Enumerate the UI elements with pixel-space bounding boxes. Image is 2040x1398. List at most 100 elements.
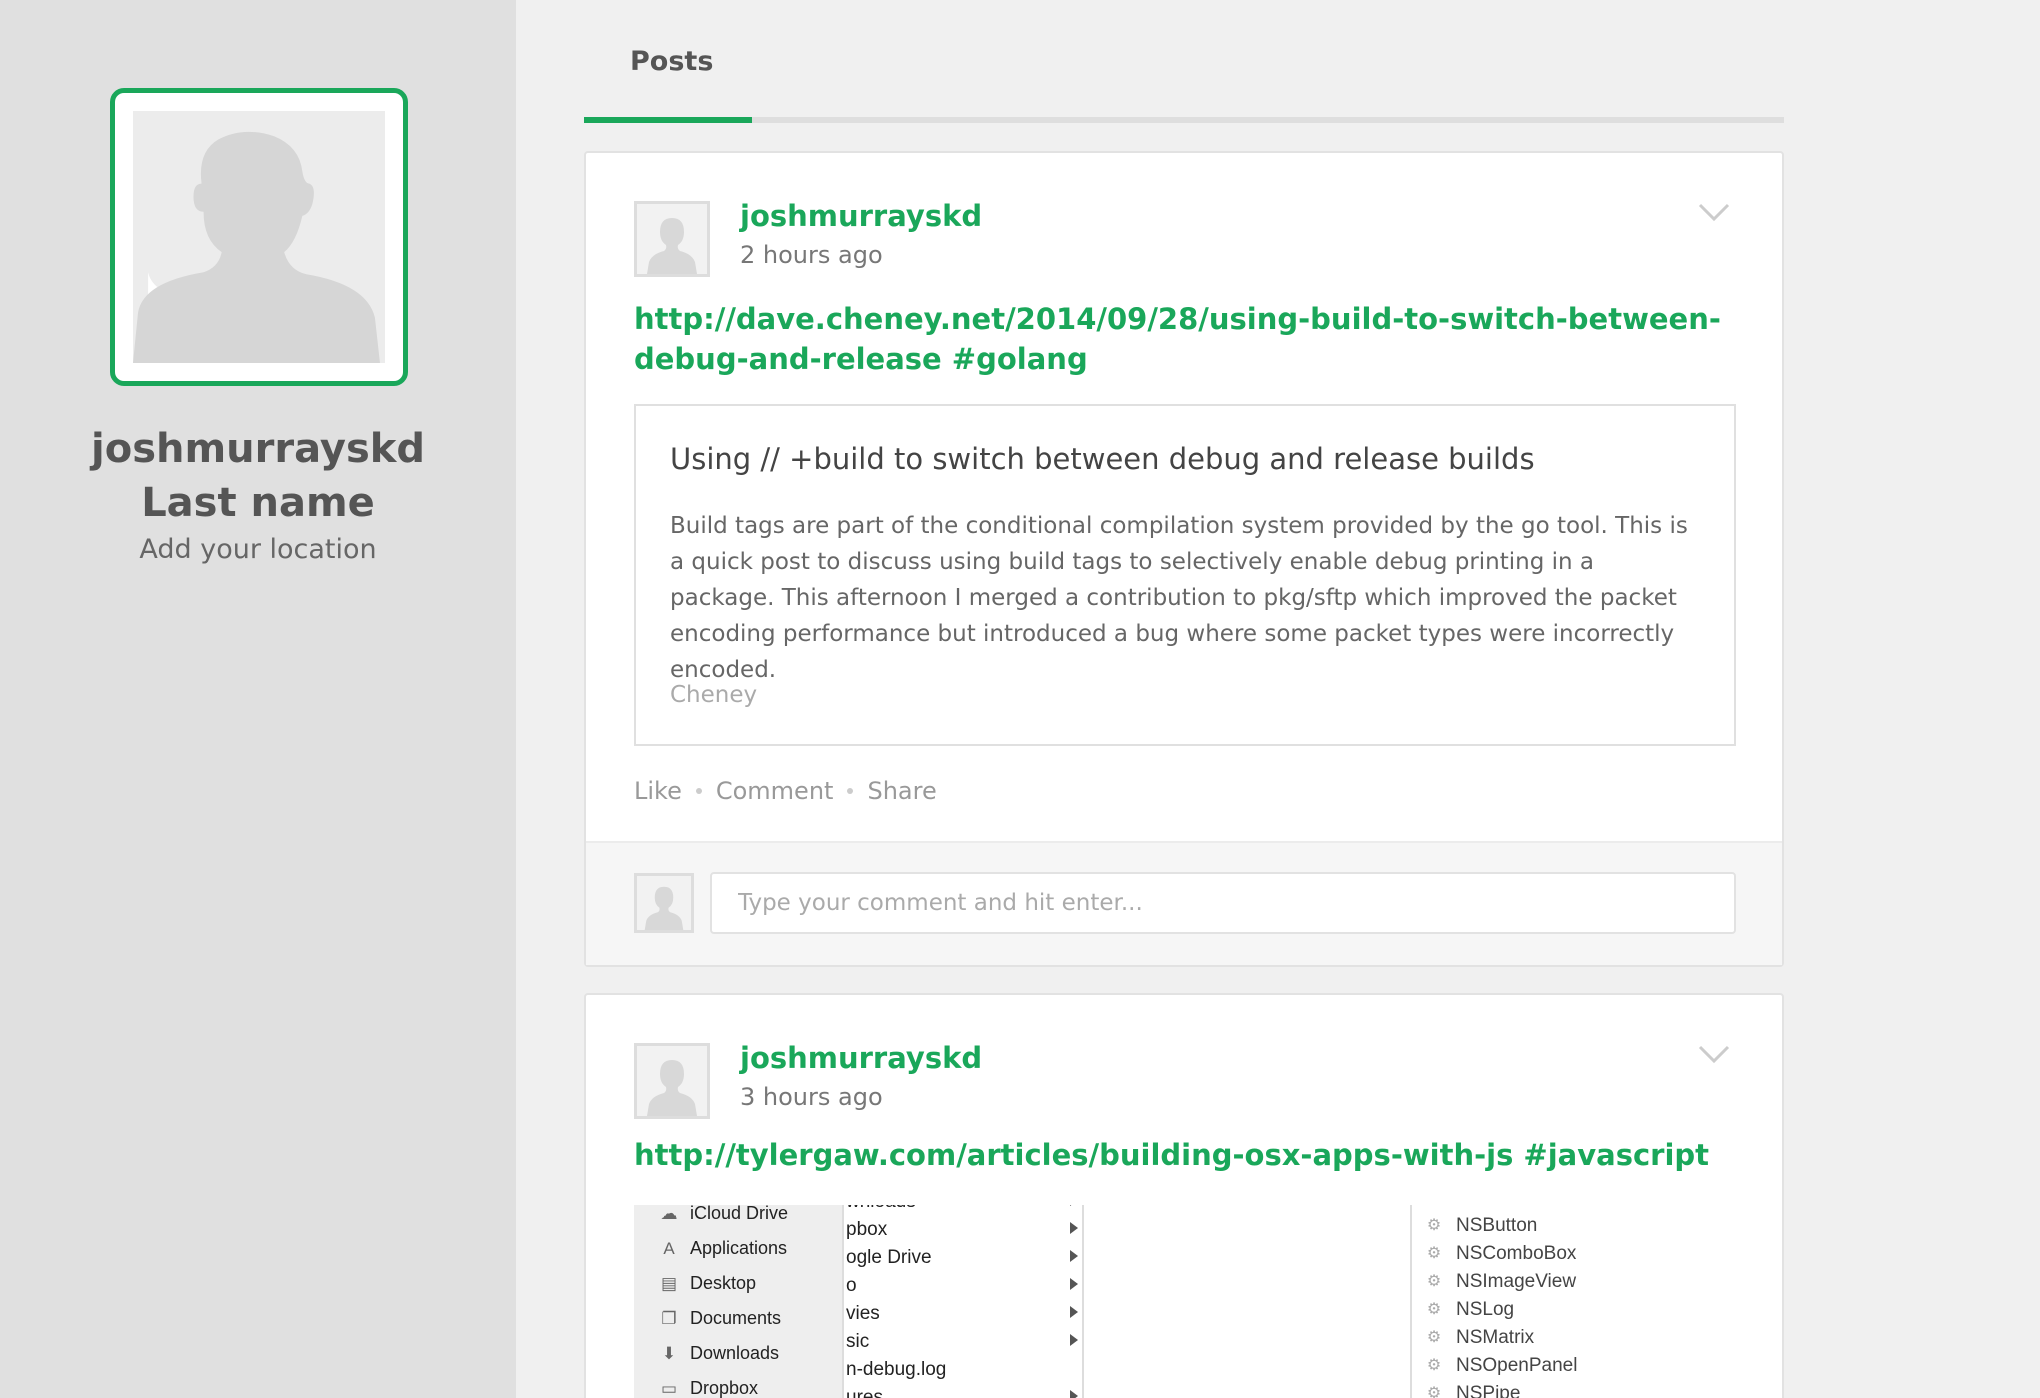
file-icon: ⚙ bbox=[1426, 1245, 1442, 1262]
finder-column: wnloads pbox ogle Drive o vies sic n-deb… bbox=[844, 1205, 1084, 1398]
chevron-right-icon bbox=[1070, 1390, 1078, 1398]
file-icon: ⚙ bbox=[1426, 1385, 1442, 1398]
avatar-placeholder-icon bbox=[133, 111, 385, 363]
author-avatar[interactable] bbox=[634, 201, 710, 277]
file-icon: ⚙ bbox=[1426, 1301, 1442, 1318]
comment-input[interactable] bbox=[710, 872, 1736, 934]
finder-column-label: n-debug.log bbox=[846, 1359, 947, 1380]
finder-item-label: Applications bbox=[690, 1238, 788, 1258]
link-preview-card[interactable]: Using // +build to switch between debug … bbox=[634, 404, 1736, 746]
finder-class-item: ⚙ NSOpenPanel bbox=[1424, 1355, 1578, 1377]
finder-item: ❐ Documents bbox=[658, 1308, 781, 1329]
finder-class-label: NSButton bbox=[1456, 1215, 1538, 1236]
file-icon: ⚙ bbox=[1426, 1329, 1442, 1346]
finder-column-item: o bbox=[846, 1275, 1082, 1297]
action-separator bbox=[847, 788, 854, 794]
file-icon: ⚙ bbox=[1426, 1217, 1442, 1234]
post-link[interactable]: http://dave.cheney.net/2014/09/28/using-… bbox=[634, 299, 1734, 379]
comment-button[interactable]: Comment bbox=[716, 777, 834, 805]
finder-class-item: ⚙ NSPipe bbox=[1424, 1383, 1521, 1398]
cloud-icon: ☁ bbox=[660, 1205, 678, 1223]
chevron-right-icon bbox=[1070, 1306, 1078, 1318]
share-button[interactable]: Share bbox=[867, 777, 936, 805]
finder-item: ☁ iCloud Drive bbox=[658, 1205, 789, 1224]
profile-tabs: Posts bbox=[584, 0, 1784, 126]
profile-avatar[interactable] bbox=[110, 88, 408, 386]
preview-source: Cheney bbox=[670, 682, 758, 708]
finder-column-label: sic bbox=[846, 1331, 870, 1352]
finder-column-label: wnloads bbox=[846, 1205, 916, 1212]
finder-class-item: ⚙ NSComboBox bbox=[1424, 1243, 1577, 1265]
finder-item-label: Desktop bbox=[690, 1273, 757, 1293]
finder-column-item: sic bbox=[846, 1331, 1082, 1353]
finder-sidebar: ☁ iCloud Drive A Applications ▤ Desktop ❐ Do… bbox=[634, 1205, 844, 1398]
desktop-icon: ▤ bbox=[660, 1273, 678, 1293]
finder-item: ▭ Dropbox bbox=[658, 1378, 758, 1398]
finder-item: ▤ Desktop bbox=[658, 1273, 756, 1294]
folder-icon: ▭ bbox=[660, 1378, 678, 1398]
profile-sidebar: joshmurrayskd Last name Add your locatio… bbox=[0, 0, 516, 1398]
tab-underline-track bbox=[584, 117, 1784, 123]
author-name-link[interactable]: joshmurrayskd bbox=[740, 199, 982, 233]
comment-bar bbox=[586, 841, 1782, 965]
finder-class-label: NSMatrix bbox=[1456, 1327, 1535, 1348]
finder-column-label: vies bbox=[846, 1303, 880, 1324]
finder-class-item: ⚙ NSButton bbox=[1424, 1215, 1538, 1237]
post-card: joshmurrayskd 2 hours ago http://dave.ch… bbox=[584, 151, 1784, 967]
finder-class-item: ⚙ NSImageView bbox=[1424, 1271, 1576, 1293]
finder-class-label: NSOpenPanel bbox=[1456, 1355, 1578, 1376]
finder-class-item: ⚙ NSLog bbox=[1424, 1299, 1514, 1321]
finder-column-item: ures bbox=[846, 1387, 1082, 1398]
documents-icon: ❐ bbox=[661, 1308, 677, 1328]
finder-column-label: ures bbox=[846, 1387, 883, 1398]
post-timestamp: 2 hours ago bbox=[740, 241, 883, 269]
finder-column-item: wnloads bbox=[846, 1205, 1082, 1213]
post-image[interactable]: ☁ iCloud Drive A Applications ▤ Desktop ❐ Do… bbox=[634, 1205, 1736, 1398]
author-name-link[interactable]: joshmurrayskd bbox=[740, 1041, 982, 1075]
finder-item-label: Dropbox bbox=[690, 1378, 759, 1398]
action-separator bbox=[695, 788, 702, 794]
finder-class-label: NSLog bbox=[1456, 1299, 1515, 1320]
finder-class-column: ⚙ NSButton ⚙ NSComboBox ⚙ NSImageView ⚙ NSLo… bbox=[1410, 1205, 1610, 1398]
post-timestamp: 3 hours ago bbox=[740, 1083, 883, 1111]
finder-column-item: ogle Drive bbox=[846, 1247, 1082, 1269]
profile-name: joshmurrayskd Last name bbox=[91, 426, 425, 526]
chevron-down-icon[interactable] bbox=[1694, 1039, 1734, 1069]
user-placeholder-icon bbox=[637, 204, 707, 274]
chevron-right-icon bbox=[1070, 1250, 1078, 1262]
chevron-right-icon bbox=[1070, 1205, 1078, 1206]
user-placeholder-icon bbox=[637, 876, 691, 930]
downloads-icon: ⬇ bbox=[661, 1343, 677, 1363]
file-icon: ⚙ bbox=[1426, 1357, 1442, 1374]
file-icon: ⚙ bbox=[1426, 1273, 1442, 1290]
profile-location-link[interactable]: Add your location bbox=[40, 534, 476, 565]
finder-column-item: n-debug.log bbox=[846, 1359, 1082, 1381]
finder-column-item: pbox bbox=[846, 1219, 1082, 1241]
finder-column-label: ogle Drive bbox=[846, 1247, 932, 1268]
finder-column-label: o bbox=[846, 1275, 857, 1296]
tab-active-indicator bbox=[584, 117, 752, 123]
commenter-avatar bbox=[634, 873, 694, 933]
finder-class-label: NSImageView bbox=[1456, 1271, 1577, 1292]
applications-icon: A bbox=[663, 1238, 675, 1258]
finder-item-label: Downloads bbox=[690, 1343, 780, 1363]
user-placeholder-icon bbox=[637, 1046, 707, 1116]
tab-posts[interactable]: Posts bbox=[630, 46, 713, 77]
like-button[interactable]: Like bbox=[634, 777, 682, 805]
chevron-down-icon[interactable] bbox=[1694, 197, 1734, 227]
author-avatar[interactable] bbox=[634, 1043, 710, 1119]
finder-class-label: NSComboBox bbox=[1456, 1243, 1577, 1264]
finder-item-label: Documents bbox=[690, 1308, 782, 1328]
post-link[interactable]: http://tylergaw.com/articles/building-os… bbox=[634, 1135, 1734, 1175]
post-card: joshmurrayskd 3 hours ago http://tylerga… bbox=[584, 993, 1784, 1398]
finder-class-label: NSPipe bbox=[1456, 1383, 1521, 1398]
chevron-right-icon bbox=[1070, 1278, 1078, 1290]
finder-item: ⬇ Downloads bbox=[658, 1343, 779, 1364]
finder-class-item: ⚙ NSMatrix bbox=[1424, 1327, 1534, 1349]
post-actions: Like Comment Share bbox=[634, 777, 937, 805]
finder-item-label: iCloud Drive bbox=[690, 1205, 789, 1223]
finder-column-item: vies bbox=[846, 1303, 1082, 1325]
finder-item: A Applications bbox=[658, 1238, 787, 1259]
preview-description: Build tags are part of the conditional c… bbox=[670, 513, 1688, 683]
preview-title: Using // +build to switch between debug … bbox=[670, 442, 1535, 476]
